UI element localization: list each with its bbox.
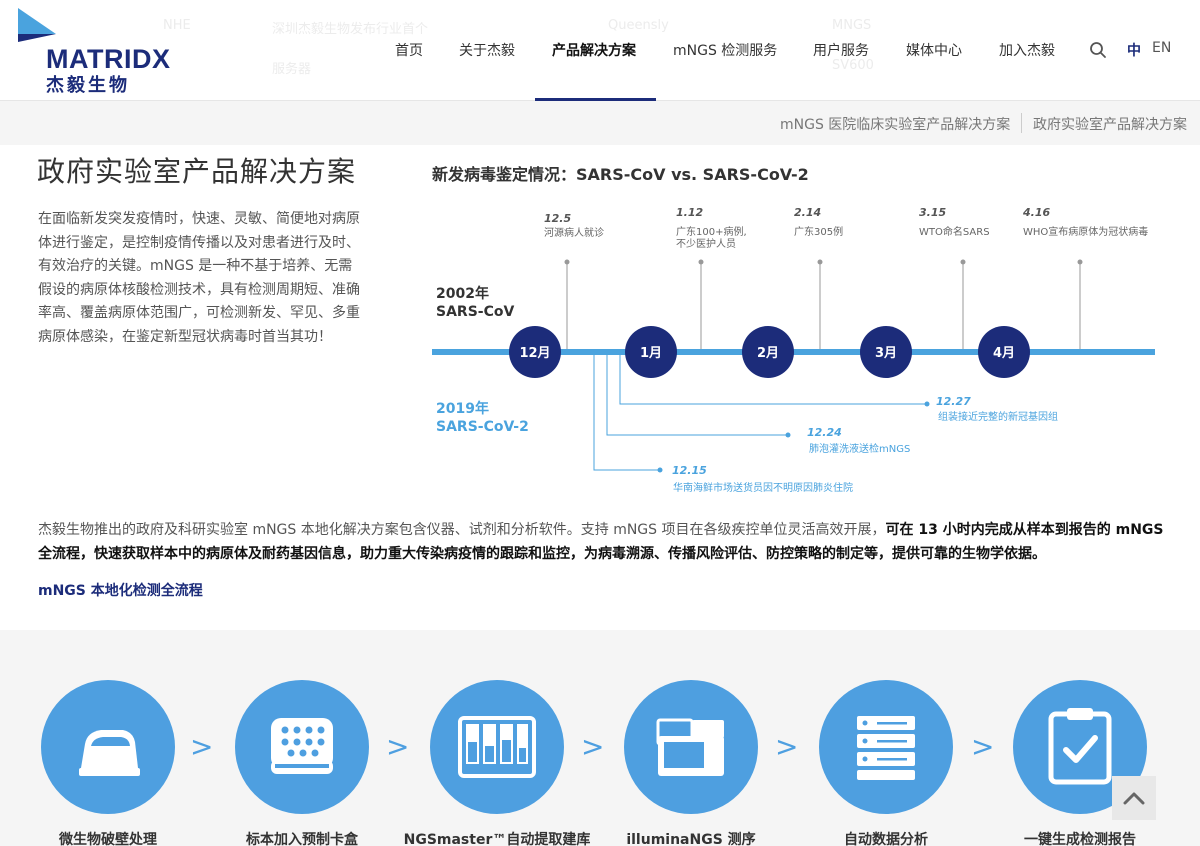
event-desc-2002: WHO宣布病原体为冠状病毒 [1023,225,1148,238]
workflow-section: 微生物破壁处理 > 标本加入预制卡盒 > NGSmaster™自动提取建库 > … [0,630,1200,846]
event-desc-2002: 河源病人就诊 [544,226,604,239]
nav-home[interactable]: 首页 [395,40,423,60]
faded-banner-text: 深圳杰毅生物发布行业首个 [272,22,429,37]
search-icon[interactable] [1089,41,1107,59]
month-label: 12月 [519,346,550,361]
label-2019-year: 2019年 [436,400,489,417]
library-prep-icon [430,680,564,814]
timeline-title: 新发病毒鉴定情况：SARS-CoV vs. SARS-CoV-2 [432,165,809,184]
workflow-step-label: 自动数据分析 [844,832,928,846]
month-label: 2月 [757,346,779,361]
server-icon [819,680,953,814]
workflow-step-label: illuminaNGS 测序 [626,832,756,846]
workflow-step-label: 标本加入预制卡盒 [246,832,358,846]
month-label: 3月 [875,346,897,361]
event-date-2002: 12.5 [544,212,571,225]
virus-timeline-diagram: 12.5 河源病人就诊 1.12 广东100+病例, 不少医护人员 2.14 广… [432,206,1155,494]
workflow-step: 微生物破壁处理 [10,680,206,846]
month-label: 1月 [640,346,662,361]
chevron-up-icon [1123,792,1145,805]
intro-paragraph: 在面临新发突发疫情时，快速、灵敏、简便地对病原体进行鉴定，是控制疫情传播以及对患… [38,211,360,345]
subtab-hospital-solution[interactable]: mNGS 医院临床实验室产品解决方案 [780,114,1010,134]
solution-description: 杰毅生物推出的政府及科研实验室 mNGS 本地化解决方案包含仪器、试剂和分析软件… [38,519,1168,566]
event-desc-2002: WTO命名SARS [919,225,990,238]
event-dot-2002 [1077,259,1083,265]
sub-nav: mNGS 医院临床实验室产品解决方案 政府实验室产品解决方案 [0,101,1200,145]
workflow-step-label: NGSmaster™自动提取建库 [403,832,591,846]
nav-join[interactable]: 加入杰毅 [999,40,1055,60]
workflow-step: 一键生成检测报告 [982,680,1178,846]
nav-solutions[interactable]: 产品解决方案 [552,40,636,60]
workflow-step: NGSmaster™自动提取建库 [399,680,595,846]
workflow-section-link[interactable]: mNGS 本地化检测全流程 [38,580,203,600]
site-header: NHE 深圳杰毅生物发布行业首个 Queensly MNGS 服务器 SV600… [0,0,1200,101]
subnav-divider [1021,113,1022,133]
event-date-2002: 1.12 [676,206,703,219]
faded-banner-text: SV600 [832,58,874,73]
event-dot-2002 [564,259,570,265]
event-date-2002: 3.15 [919,206,946,219]
workflow-step-label: 微生物破壁处理 [59,832,157,846]
label-2002-virus: SARS-CoV [436,304,514,320]
label-2002-year: 2002年 [436,285,489,302]
matridx-logo[interactable]: MATRIDX 杰毅生物 [16,8,186,96]
workflow-step-label: 一键生成检测报告 [1024,832,1136,846]
nav-media[interactable]: 媒体中心 [906,40,962,60]
event-date-2019: 12.27 [936,395,971,408]
logo-cn-text: 杰毅生物 [46,75,130,96]
event-dot-2002 [698,259,704,265]
event-desc-2002: 不少医护人员 [676,237,736,250]
lang-en-button[interactable]: EN [1152,40,1171,56]
workflow-step: illuminaNGS 测序 [593,680,789,846]
event-date-2002: 2.14 [794,206,821,219]
label-2019-virus: SARS-CoV-2 [436,419,529,435]
nav-about[interactable]: 关于杰毅 [459,40,515,60]
lang-zh-button[interactable]: 中 [1127,40,1141,60]
month-label: 4月 [993,346,1015,361]
event-date-2002: 4.16 [1022,206,1050,219]
nav-mngs-service[interactable]: mNGS 检测服务 [673,40,777,60]
faded-banner-text: MNGS [832,18,872,33]
cartridge-icon [235,680,369,814]
faded-banner-text: Queensly [608,18,669,33]
event-desc-2002: 广东305例 [794,225,843,238]
event-dot-2019 [785,432,791,438]
event-dot-2019 [657,467,663,473]
sequencer-icon [624,680,758,814]
event-date-2019: 12.24 [807,426,842,439]
event-dot-2002 [817,259,823,265]
event-desc-2002: 广东100+病例, [676,225,747,238]
event-desc-2019: 肺泡灌洗液送检mNGS [809,442,910,455]
logo-triangle-icon [18,8,56,42]
faded-banner-text: 服务器 [272,62,312,77]
page: NHE 深圳杰毅生物发布行业首个 Queensly MNGS 服务器 SV600… [0,0,1200,846]
event-dot-2019 [924,401,930,407]
workflow-step: 标本加入预制卡盒 [204,680,400,846]
event-dot-2002 [960,259,966,265]
nav-user-service[interactable]: 用户服务 [813,40,869,60]
event-date-2019: 12.15 [672,464,707,477]
workflow-step: 自动数据分析 [788,680,984,846]
event-desc-2019: 组装接近完整的新冠基因组 [938,410,1058,423]
subtab-government-solution[interactable]: 政府实验室产品解决方案 [1033,114,1187,134]
solution-description-normal: 杰毅生物推出的政府及科研实验室 mNGS 本地化解决方案包含仪器、试剂和分析软件… [38,522,886,538]
back-to-top-button[interactable] [1112,776,1156,820]
page-title: 政府实验室产品解决方案 [37,155,357,188]
centrifuge-icon [41,680,175,814]
event-desc-2019: 华南海鲜市场送货员因不明原因肺炎住院 [673,481,853,494]
